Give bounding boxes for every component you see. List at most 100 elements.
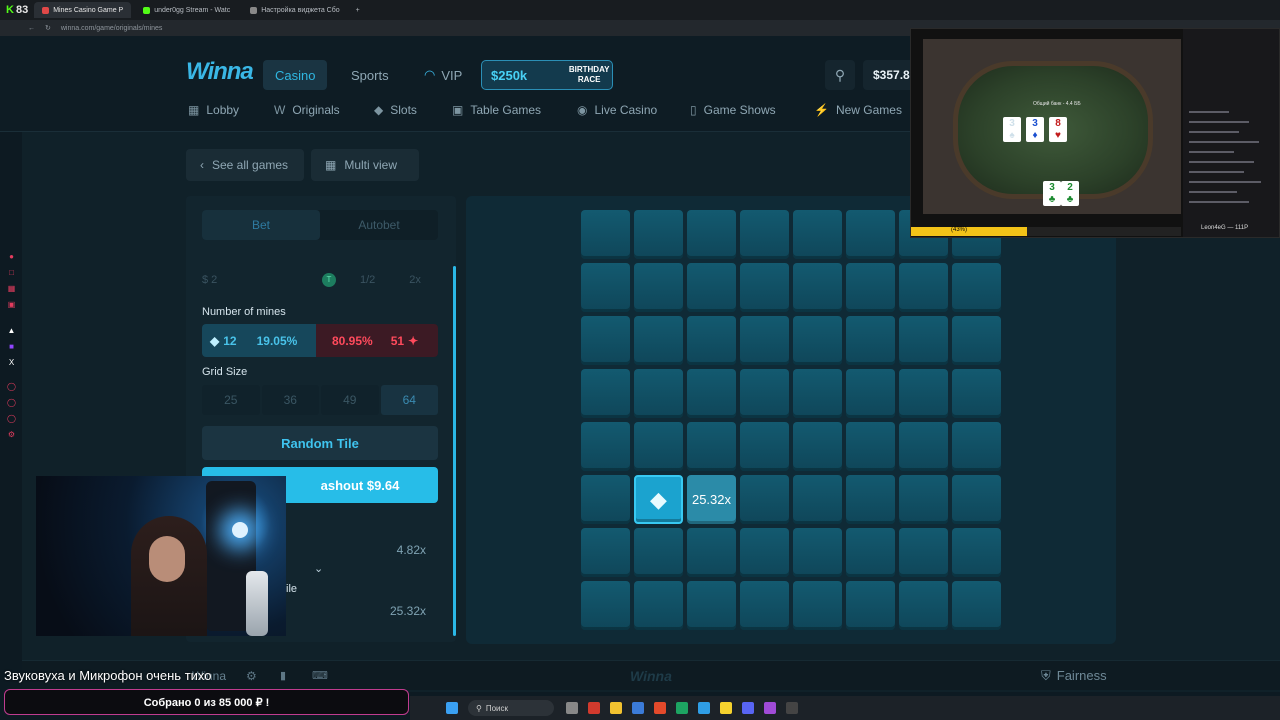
mine-tile[interactable] [793, 475, 842, 524]
grid-option-25[interactable]: 25 [202, 385, 260, 415]
mine-tile[interactable] [740, 475, 789, 524]
mine-tile[interactable] [687, 210, 736, 259]
settings-icon[interactable]: ⚙ [7, 430, 16, 439]
birthday-race-badge[interactable]: $250k BIRTHDAY RACE [481, 60, 613, 90]
mine-tile[interactable] [846, 263, 895, 312]
mine-tile[interactable] [581, 581, 630, 630]
mine-tile[interactable] [687, 581, 736, 630]
mine-tile[interactable] [899, 316, 948, 365]
mine-tile[interactable] [581, 263, 630, 312]
sidebar-app-icon[interactable]: ● [7, 252, 16, 261]
mine-tile[interactable] [899, 581, 948, 630]
mine-tile[interactable] [793, 528, 842, 577]
grid-option-49[interactable]: 49 [321, 385, 379, 415]
grid-option-64[interactable]: 64 [380, 385, 438, 415]
fairness-link[interactable]: ⛨ Fairness [1041, 668, 1107, 684]
multi-view-button[interactable]: ▦ Multi view [311, 149, 419, 181]
mine-tile[interactable] [634, 316, 683, 365]
reload-icon[interactable]: ↻ [45, 24, 51, 32]
mine-tile[interactable] [581, 528, 630, 577]
mine-tile[interactable] [740, 210, 789, 259]
mine-tile[interactable] [740, 422, 789, 471]
mine-tile[interactable] [634, 581, 683, 630]
multiplier-tile[interactable]: 25.32x [687, 475, 736, 524]
mine-tile[interactable] [952, 316, 1001, 365]
mine-tile[interactable] [740, 581, 789, 630]
tab-stream[interactable]: under0gg Stream - Watc [135, 2, 238, 18]
mine-tile[interactable] [846, 581, 895, 630]
mine-tile[interactable] [846, 475, 895, 524]
notes-icon[interactable] [720, 702, 732, 714]
mine-tile[interactable] [846, 422, 895, 471]
mine-tile[interactable] [687, 316, 736, 365]
sidebar-app-icon[interactable]: ◯ [7, 382, 16, 391]
random-tile-button[interactable]: Random Tile [202, 426, 438, 460]
search-button[interactable]: ⚲ [825, 60, 855, 90]
mine-tile[interactable] [687, 263, 736, 312]
folder-icon[interactable] [610, 702, 622, 714]
bet-amount-input[interactable]: $ 2 [202, 274, 322, 286]
half-button[interactable]: 1/2 [360, 274, 375, 286]
double-button[interactable]: 2x [409, 274, 421, 286]
tab-mines[interactable]: Mines Casino Game P [34, 2, 132, 18]
discord-icon[interactable] [742, 702, 754, 714]
store-icon[interactable] [632, 702, 644, 714]
yandex-icon[interactable] [654, 702, 666, 714]
windows-start-icon[interactable] [446, 702, 458, 714]
subnav-originals[interactable]: W Originals [274, 103, 340, 117]
keyboard-icon[interactable]: ⌨ [312, 669, 328, 682]
mine-tile[interactable] [952, 369, 1001, 418]
grid-option-36[interactable]: 36 [261, 385, 319, 415]
mine-tile[interactable] [634, 210, 683, 259]
mine-tile[interactable] [952, 422, 1001, 471]
mine-tile[interactable] [793, 316, 842, 365]
panel-scrollbar[interactable] [453, 266, 456, 636]
nav-vip[interactable]: ◠ VIP [424, 60, 462, 90]
mine-tile[interactable] [899, 369, 948, 418]
mine-tile[interactable] [687, 369, 736, 418]
tab-autobet[interactable]: Autobet [320, 210, 438, 240]
mine-tile[interactable] [846, 528, 895, 577]
mine-tile[interactable] [952, 263, 1001, 312]
chrome-icon[interactable] [676, 702, 688, 714]
new-tab-icon[interactable]: + [356, 7, 360, 14]
mine-tile[interactable] [952, 475, 1001, 524]
app-icon[interactable] [786, 702, 798, 714]
sidebar-app-icon[interactable]: ◯ [7, 414, 16, 423]
mine-tile[interactable] [740, 369, 789, 418]
chevron-down-icon[interactable]: ⌄ [314, 562, 323, 575]
revealed-gem-tile[interactable]: ◆ [634, 475, 683, 524]
url-text[interactable]: winna.com/game/originals/mines [61, 25, 163, 32]
subnav-live-casino[interactable]: ◉ Live Casino [577, 103, 657, 117]
mine-tile[interactable] [899, 475, 948, 524]
mine-tile[interactable] [581, 475, 630, 524]
mine-tile[interactable] [793, 581, 842, 630]
nav-casino[interactable]: Casino [263, 60, 328, 90]
mine-tile[interactable] [581, 210, 630, 259]
mine-tile[interactable] [952, 528, 1001, 577]
mine-tile[interactable] [634, 369, 683, 418]
mine-tile[interactable] [581, 369, 630, 418]
settings-icon[interactable]: ⚙ [246, 669, 257, 683]
mine-tile[interactable] [952, 581, 1001, 630]
subnav-table-games[interactable]: ▣ Table Games [452, 103, 541, 117]
see-all-games-button[interactable]: ‹ See all games [186, 149, 304, 181]
taskbar-search[interactable]: ⚲ Поиск [468, 700, 554, 716]
mine-tile[interactable] [581, 422, 630, 471]
tab-bet[interactable]: Bet [202, 210, 320, 240]
sidebar-app-icon[interactable]: ▲ [7, 326, 16, 335]
subnav-slots[interactable]: ◆ Slots [374, 103, 417, 117]
task-view-icon[interactable] [566, 702, 578, 714]
mine-tile[interactable] [634, 528, 683, 577]
winna-logo[interactable]: Winna [186, 58, 254, 86]
back-icon[interactable]: ← [28, 25, 35, 32]
mine-tile[interactable] [846, 210, 895, 259]
stats-icon[interactable]: ▮ [280, 669, 286, 682]
sidebar-app-icon[interactable]: ▦ [7, 284, 16, 293]
mine-tile[interactable] [793, 263, 842, 312]
mine-tile[interactable] [634, 422, 683, 471]
mine-tile[interactable] [581, 316, 630, 365]
sidebar-app-icon[interactable]: □ [7, 268, 16, 277]
mine-tile[interactable] [846, 369, 895, 418]
obs-icon[interactable] [764, 702, 776, 714]
